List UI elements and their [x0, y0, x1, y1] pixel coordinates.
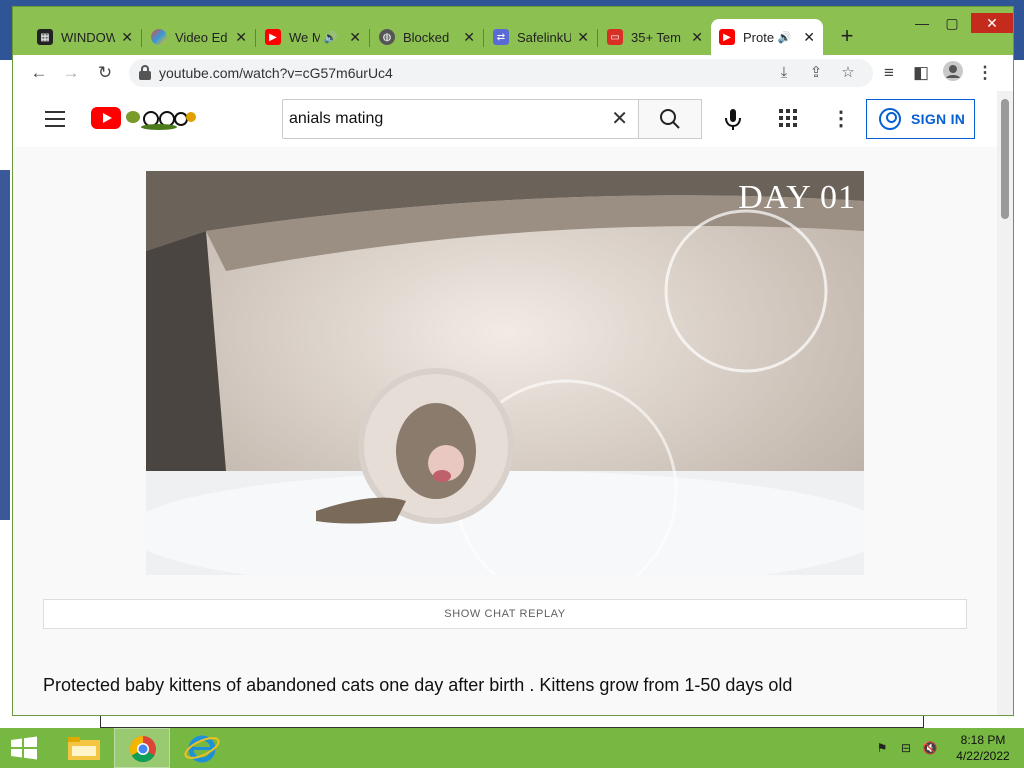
windows-icon — [11, 736, 37, 760]
hamburger-icon[interactable] — [45, 111, 65, 127]
video-title: Protected baby kittens of abandoned cats… — [43, 675, 793, 695]
tab-youtube-we[interactable]: ▶ We M 🔊 ✕ — [257, 19, 369, 55]
tab-safelink[interactable]: ⇄ SafelinkU ✕ — [485, 19, 597, 55]
reload-icon[interactable]: ↻ — [93, 61, 117, 85]
start-button[interactable] — [0, 728, 48, 768]
forward-icon[interactable]: → — [59, 61, 83, 85]
maximize-icon[interactable]: ▢ — [941, 13, 963, 33]
show-chat-replay-button[interactable]: SHOW CHAT REPLAY — [43, 599, 967, 629]
lock-icon[interactable] — [139, 65, 151, 81]
browser-toolbar: ← → ↻ youtube.com/watch?v=cG57m6urUc4 ⤓ … — [13, 55, 1013, 91]
close-icon[interactable]: ✕ — [349, 29, 361, 46]
tab-title: We M — [289, 29, 320, 45]
volume-muted-icon[interactable]: 🔇 — [922, 740, 938, 756]
tab-blocked[interactable]: ◍ Blocked ✕ — [371, 19, 483, 55]
minimize-icon[interactable]: — — [911, 13, 933, 33]
youtube-header: ✕ ⋮ — [13, 91, 997, 147]
back-icon[interactable]: ← — [27, 61, 51, 85]
microphone-icon — [725, 109, 741, 130]
share-icon[interactable]: ⇪ — [805, 62, 827, 84]
tab-window[interactable]: ▦ WINDOW ✕ — [29, 19, 141, 55]
search-icon — [660, 109, 680, 129]
tab-video-editor[interactable]: Video Ed ✕ — [143, 19, 255, 55]
network-icon[interactable]: ⊟ — [898, 740, 914, 756]
tab-separator — [369, 29, 370, 47]
menu-icon[interactable]: ⋮ — [973, 61, 997, 85]
slides-icon: ▭ — [607, 29, 623, 45]
speaker-icon[interactable]: 🔊 — [324, 31, 338, 44]
taskbar-chrome[interactable] — [114, 728, 170, 768]
tab-templates[interactable]: ▭ 35+ Tem ✕ — [599, 19, 711, 55]
browser-window: ▦ WINDOW ✕ Video Ed ✕ ▶ We M 🔊 ✕ ◍ Block… — [12, 6, 1014, 716]
tab-title: WINDOW — [61, 29, 116, 45]
reading-list-icon[interactable]: ≡ — [877, 61, 901, 85]
close-icon[interactable]: ✕ — [803, 29, 815, 46]
tab-title: Video Ed — [175, 29, 228, 45]
download-icon[interactable]: ⤓ — [773, 62, 795, 84]
address-bar[interactable]: youtube.com/watch?v=cG57m6urUc4 ⤓ ⇪ ☆ — [129, 59, 873, 87]
folder-icon — [68, 737, 100, 760]
chrome-icon — [129, 735, 156, 763]
scrollbar[interactable] — [997, 91, 1013, 715]
taskbar-internet-explorer[interactable] — [174, 728, 230, 768]
scrollbar-thumb[interactable] — [1001, 99, 1009, 219]
sign-in-button[interactable]: SIGN IN — [866, 99, 975, 139]
clock-time[interactable]: 8:18 PM — [950, 733, 1016, 747]
close-window-button[interactable]: ✕ — [971, 13, 1013, 33]
close-icon[interactable]: ✕ — [691, 29, 703, 46]
tab-strip: ▦ WINDOW ✕ Video Ed ✕ ▶ We M 🔊 ✕ ◍ Block… — [13, 7, 1013, 55]
tab-separator — [483, 29, 484, 47]
close-icon[interactable]: ✕ — [121, 29, 133, 46]
video-overlay-text: DAY 01 — [738, 179, 856, 216]
microphone-button[interactable] — [715, 101, 751, 137]
sign-in-label: SIGN IN — [911, 111, 966, 127]
tab-separator — [141, 29, 142, 47]
more-options-icon[interactable]: ⋮ — [831, 107, 851, 131]
close-icon[interactable]: ✕ — [577, 29, 589, 46]
taskbar: ⚑ ⊟ 🔇 8:18 PM 4/22/2022 — [0, 728, 1024, 768]
tab-separator — [255, 29, 256, 47]
film-icon: ▦ — [37, 29, 53, 45]
link-icon: ⇄ — [493, 29, 509, 45]
search-box[interactable]: ✕ — [282, 99, 639, 139]
tab-title: Prote — [743, 29, 774, 45]
clock-date[interactable]: 4/22/2022 — [950, 749, 1016, 763]
url-text[interactable]: youtube.com/watch?v=cG57m6urUc4 — [159, 65, 393, 81]
tab-title: 35+ Tem — [631, 29, 681, 45]
internet-explorer-icon — [184, 735, 220, 763]
close-icon[interactable]: ✕ — [235, 29, 247, 46]
youtube-icon: ▶ — [265, 29, 281, 45]
close-icon[interactable]: ✕ — [463, 29, 475, 46]
profile-icon[interactable] — [941, 61, 965, 85]
taskbar-file-explorer[interactable] — [56, 728, 112, 768]
flag-alert-icon[interactable]: ⚑ — [874, 740, 890, 756]
globe-icon: ◍ — [379, 29, 395, 45]
apps-grid-icon[interactable] — [779, 109, 799, 129]
search-input[interactable] — [289, 108, 599, 130]
search-button[interactable] — [638, 99, 702, 139]
side-panel-icon[interactable]: ◧ — [909, 61, 933, 85]
clear-icon[interactable]: ✕ — [611, 108, 628, 130]
speaker-icon[interactable]: 🔊 — [778, 31, 792, 44]
video-player[interactable]: DAY 01 — [146, 171, 864, 575]
youtube-page: ✕ ⋮ — [13, 91, 997, 715]
youtube-logo[interactable] — [91, 107, 121, 129]
account-icon — [879, 108, 901, 130]
new-tab-button[interactable]: + — [833, 23, 861, 51]
youtube-icon: ▶ — [719, 29, 735, 45]
tab-separator — [597, 29, 598, 47]
tab-title: SafelinkU — [517, 29, 572, 45]
tab-title: Blocked — [403, 29, 450, 45]
palette-icon — [151, 29, 167, 45]
youtube-doodle[interactable] — [125, 107, 197, 131]
background-window-sidebar — [0, 170, 10, 520]
video-frame — [146, 171, 864, 575]
star-icon[interactable]: ☆ — [837, 62, 859, 84]
tab-active-youtube[interactable]: ▶ Prote 🔊 ✕ — [711, 19, 823, 55]
